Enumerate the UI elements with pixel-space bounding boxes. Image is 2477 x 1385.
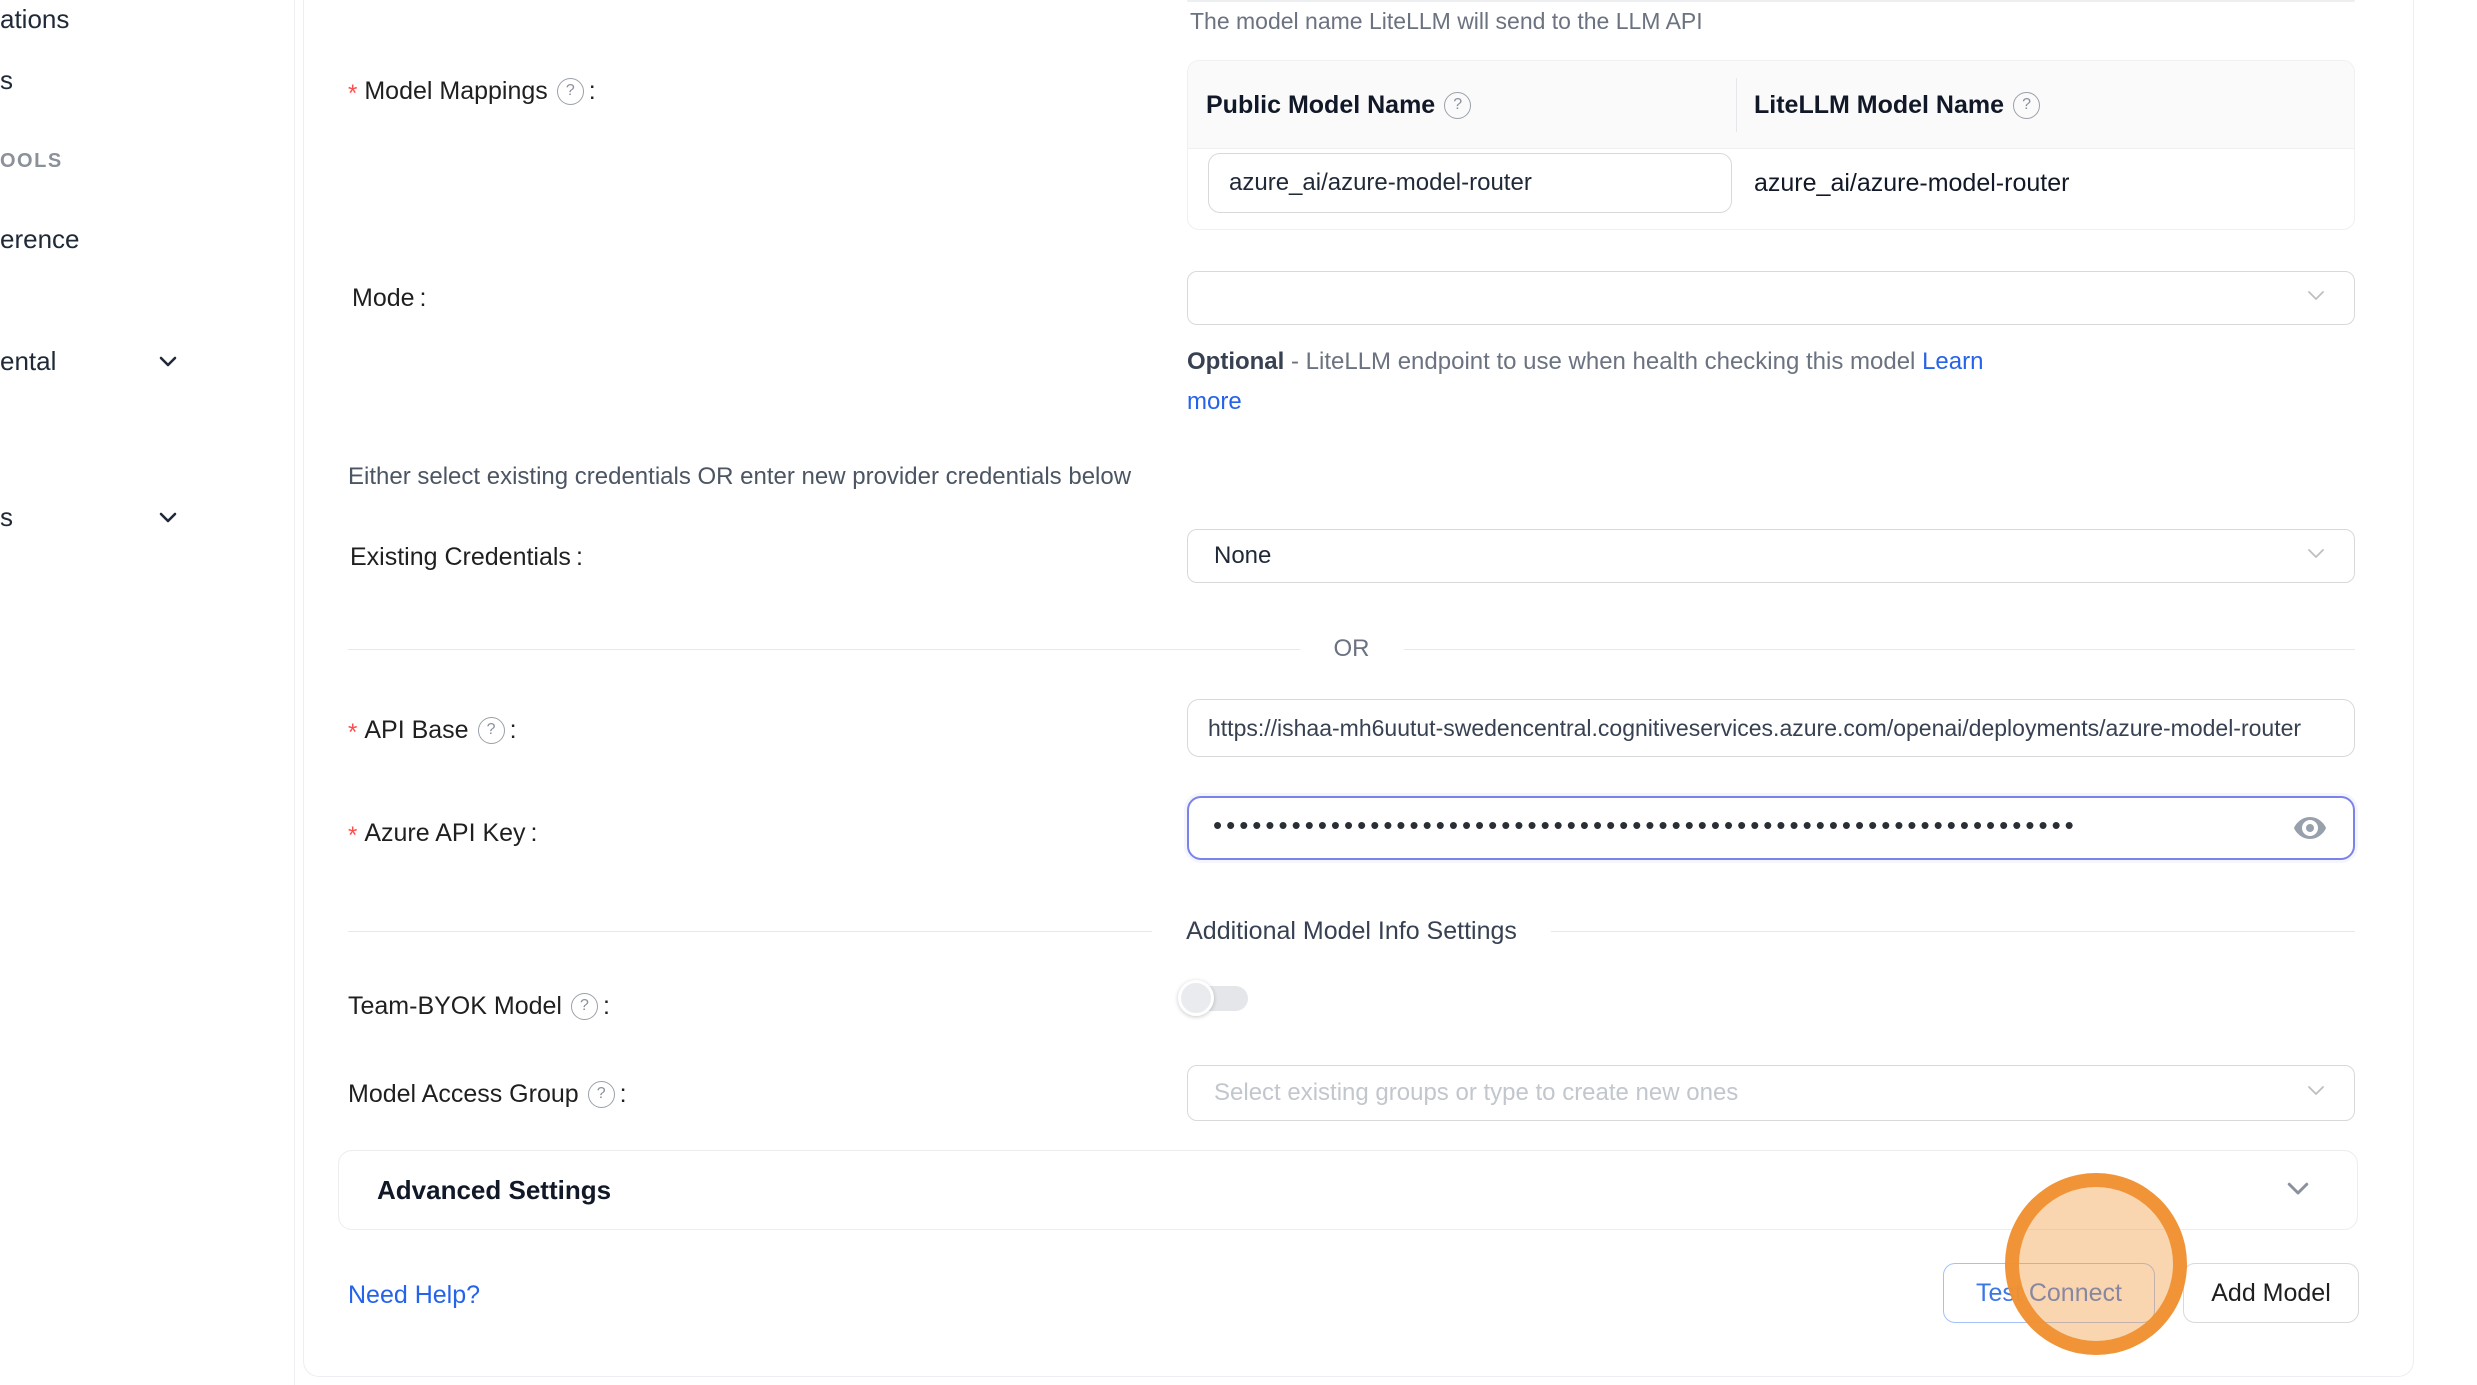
existing-credentials-select[interactable]: None	[1187, 529, 2355, 583]
model-mappings-label: * Model Mappings ? :	[348, 73, 596, 109]
required-mark: *	[348, 719, 357, 747]
api-base-input[interactable]: https://ishaa-mh6uutut-swedencentral.cog…	[1187, 699, 2355, 757]
existing-credentials-label: Existing Credentials :	[350, 539, 583, 575]
column-header-public-model-name: Public Model Name ?	[1206, 61, 1471, 149]
divider-line	[348, 649, 1300, 650]
label-colon: :	[531, 819, 538, 848]
help-icon[interactable]: ?	[1444, 92, 1471, 119]
additional-info-divider: Additional Model Info Settings	[348, 916, 2355, 946]
toggle-knob	[1178, 980, 1214, 1016]
model-name-hint: The model name LiteLLM will send to the …	[1190, 8, 1703, 35]
label-colon: :	[603, 992, 610, 1021]
sidebar-item-cutoff-3[interactable]: erence	[0, 224, 80, 255]
label-colon: :	[620, 1080, 627, 1109]
sidebar-item-cutoff-2[interactable]: s	[0, 65, 13, 96]
divider-line	[1404, 649, 2356, 650]
sidebar: ations s OOLS erence ental s	[0, 0, 295, 1385]
help-icon[interactable]: ?	[571, 993, 598, 1020]
divider-line	[348, 931, 1152, 932]
sidebar-item-cutoff-4[interactable]: ental	[0, 346, 56, 377]
chevron-down-icon[interactable]	[156, 505, 180, 534]
required-mark: *	[348, 80, 357, 108]
public-model-name-value: azure_ai/azure-model-router	[1229, 169, 1532, 197]
or-divider: OR	[348, 634, 2355, 664]
additional-info-divider-text: Additional Model Info Settings	[1186, 917, 1517, 946]
column-header-litellm-model-name: LiteLLM Model Name ?	[1754, 61, 2040, 149]
api-base-label: * API Base ? :	[348, 712, 517, 748]
azure-api-key-label: * Azure API Key :	[348, 815, 538, 851]
chevron-down-icon	[2304, 283, 2328, 314]
or-divider-text: OR	[1334, 635, 1370, 663]
column-separator	[1736, 78, 1737, 132]
advanced-settings-panel[interactable]: Advanced Settings	[338, 1150, 2358, 1230]
model-access-group-select[interactable]: Select existing groups or type to create…	[1187, 1065, 2355, 1121]
chevron-down-icon	[2304, 541, 2328, 572]
divider-line	[1551, 931, 2355, 932]
model-access-group-label: Model Access Group ? :	[348, 1076, 627, 1112]
optional-bold: Optional	[1187, 348, 1284, 375]
chevron-down-icon	[2283, 1173, 2313, 1208]
azure-api-key-input[interactable]: ••••••••••••••••••••••••••••••••••••••••…	[1187, 796, 2355, 860]
mode-label: Mode :	[352, 280, 427, 316]
learn-more-link[interactable]: Learn	[1922, 348, 1983, 375]
label-colon: :	[510, 716, 517, 745]
sidebar-item-cutoff-5[interactable]: s	[0, 502, 13, 533]
help-icon[interactable]: ?	[478, 717, 505, 744]
model-access-group-placeholder: Select existing groups or type to create…	[1214, 1079, 1738, 1107]
chevron-down-icon	[2304, 1078, 2328, 1109]
masked-password-value: ••••••••••••••••••••••••••••••••••••••••…	[1213, 810, 2273, 841]
mode-help-text: Optional - LiteLLM endpoint to use when …	[1187, 342, 2047, 422]
help-icon[interactable]: ?	[557, 78, 584, 105]
public-model-name-input[interactable]: azure_ai/azure-model-router	[1208, 153, 1732, 213]
add-model-page: ations s OOLS erence ental s The model n…	[0, 0, 2477, 1385]
litellm-model-name-cell: azure_ai/azure-model-router	[1754, 153, 2069, 213]
label-colon: :	[420, 284, 427, 313]
learn-more-link[interactable]: more	[1187, 388, 1242, 415]
mode-select[interactable]	[1187, 271, 2355, 325]
advanced-settings-title: Advanced Settings	[377, 1175, 611, 1206]
cutoff-select-bottom-edge	[1187, 0, 2355, 2]
chevron-down-icon[interactable]	[156, 349, 180, 378]
existing-credentials-value: None	[1214, 542, 1271, 570]
api-base-value: https://ishaa-mh6uutut-swedencentral.cog…	[1208, 715, 2301, 742]
team-byok-toggle[interactable]	[1180, 980, 1250, 1016]
need-help-link[interactable]: Need Help?	[348, 1281, 480, 1310]
label-colon: :	[589, 77, 596, 106]
label-colon: :	[576, 543, 583, 572]
eye-icon[interactable]	[2291, 813, 2329, 843]
help-icon[interactable]: ?	[588, 1081, 615, 1108]
sidebar-section-tools: OOLS	[0, 150, 63, 173]
required-mark: *	[348, 822, 357, 850]
sidebar-item-cutoff-1[interactable]: ations	[0, 4, 69, 35]
add-model-button[interactable]: Add Model	[2183, 1263, 2359, 1323]
table-header: Public Model Name ? LiteLLM Model Name ?	[1188, 61, 2354, 149]
credentials-note: Either select existing credentials OR en…	[348, 463, 1131, 491]
model-mappings-table: Public Model Name ? LiteLLM Model Name ?…	[1187, 60, 2355, 230]
team-byok-label: Team-BYOK Model ? :	[348, 988, 610, 1024]
help-icon[interactable]: ?	[2013, 92, 2040, 119]
test-connect-button[interactable]: Test Connect	[1943, 1263, 2155, 1323]
